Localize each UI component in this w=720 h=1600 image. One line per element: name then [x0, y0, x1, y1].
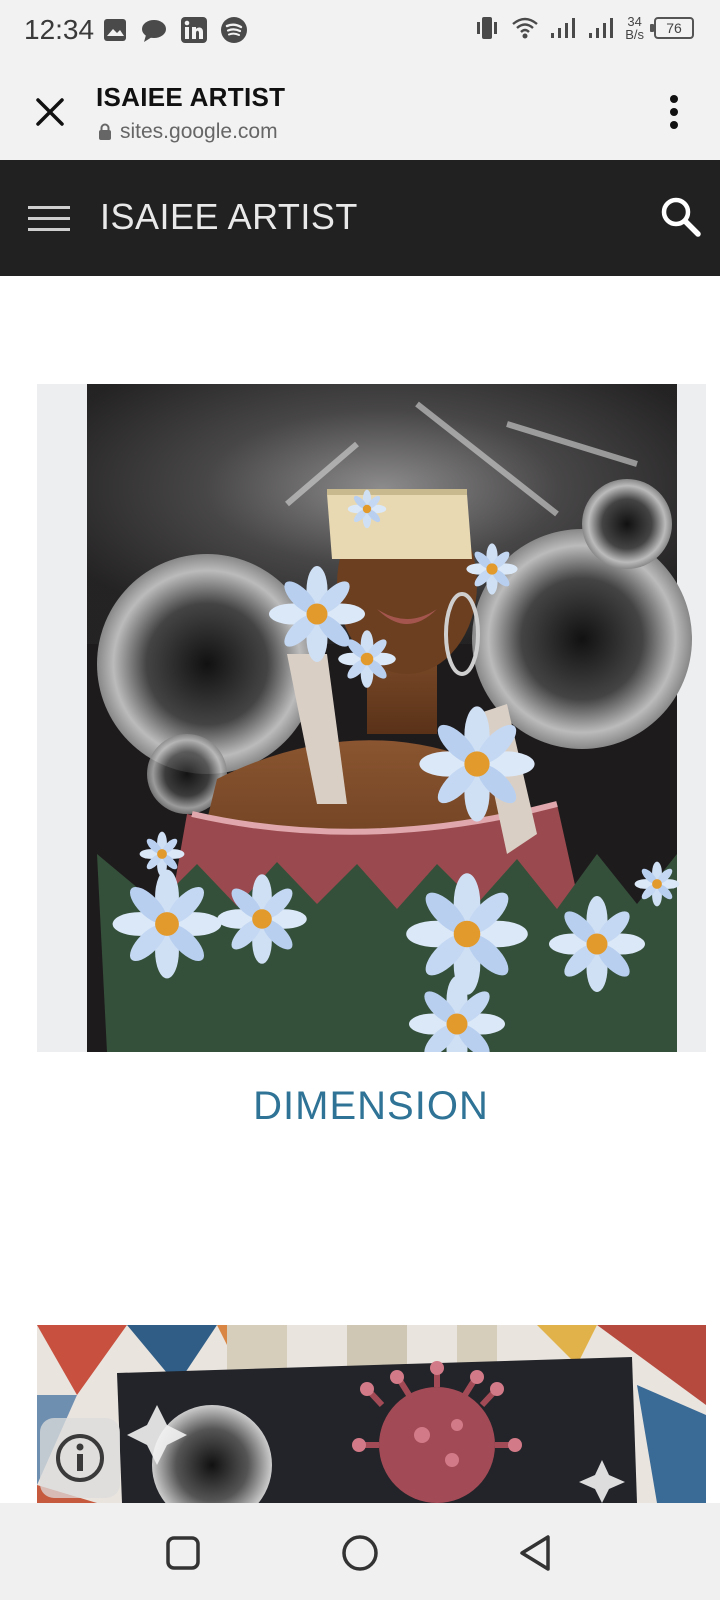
overflow-menu-button[interactable] — [654, 90, 694, 134]
painting-woman-flowers — [37, 384, 706, 1052]
search-icon — [661, 197, 701, 237]
system-icons: 34 B/s 76 — [473, 14, 694, 42]
hamburger-line — [28, 216, 70, 220]
status-bar: 12:34 34 B/s 76 — [0, 0, 720, 64]
menu-button[interactable] — [28, 198, 70, 238]
hamburger-line — [28, 205, 70, 209]
home-icon — [342, 1535, 378, 1571]
back-icon — [520, 1535, 550, 1571]
signal-icon-2 — [589, 18, 614, 38]
lock-icon — [99, 123, 111, 140]
site-title[interactable]: ISAIEE ARTIST — [100, 196, 358, 238]
painting-virus-space — [37, 1325, 706, 1503]
network-speed: 34 B/s — [625, 15, 644, 41]
recents-button[interactable] — [163, 1533, 203, 1573]
tab-url[interactable]: sites.google.com — [98, 120, 278, 144]
signal-icon-1 — [551, 18, 576, 38]
linkedin-icon — [181, 17, 207, 43]
status-time: 12:34 — [24, 14, 95, 45]
search-button[interactable] — [658, 194, 704, 240]
network-speed-unit: B/s — [625, 27, 644, 42]
notification-icons — [102, 16, 248, 44]
chat-bubble-icon — [142, 20, 166, 42]
more-vert-icon — [670, 95, 678, 129]
vibrate-icon — [477, 17, 498, 39]
spotify-icon — [221, 17, 247, 43]
tab-title: ISAIEE ARTIST — [96, 82, 286, 112]
back-button[interactable] — [516, 1533, 556, 1573]
site-header: ISAIEE ARTIST — [0, 160, 720, 276]
info-icon — [56, 1434, 104, 1482]
artwork-image[interactable] — [37, 384, 706, 1052]
custom-tab-toolbar: ISAIEE ARTIST sites.google.com — [0, 64, 720, 160]
close-icon — [36, 98, 64, 126]
close-button[interactable] — [24, 86, 76, 138]
hamburger-line — [28, 227, 70, 231]
system-nav-bar — [0, 1503, 720, 1600]
battery-icon: 76 — [650, 17, 694, 39]
home-button[interactable] — [340, 1533, 380, 1573]
gallery-icon — [104, 19, 126, 41]
tab-url-text: sites.google.com — [120, 120, 278, 143]
artwork-title[interactable]: DIMENSION — [0, 1084, 720, 1129]
artwork-image[interactable] — [37, 1325, 706, 1503]
info-button[interactable] — [40, 1418, 120, 1498]
wifi-icon — [512, 17, 538, 39]
recents-icon — [166, 1536, 200, 1570]
